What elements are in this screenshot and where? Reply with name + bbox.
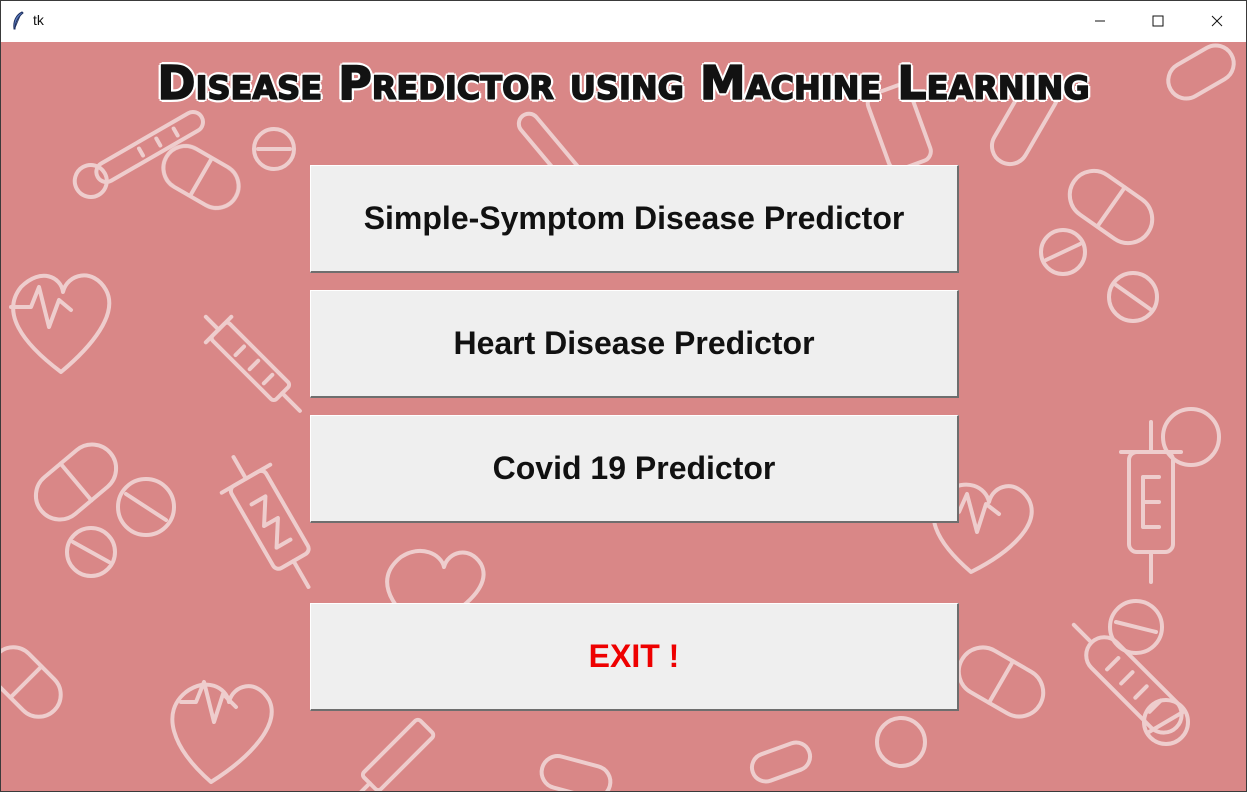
maximize-icon [1152, 15, 1164, 27]
maximize-button[interactable] [1129, 1, 1187, 41]
close-icon [1211, 15, 1223, 27]
minimize-button[interactable] [1071, 1, 1129, 41]
close-button[interactable] [1188, 1, 1246, 41]
heart-disease-predictor-button[interactable]: Heart Disease Predictor [310, 290, 959, 398]
main-canvas: Disease Predictor using Machine Learning… [1, 42, 1246, 791]
app-title: Disease Predictor using Machine Learning [157, 55, 1091, 111]
exit-button[interactable]: EXIT ! [310, 603, 959, 711]
feather-icon [13, 11, 24, 30]
simple-symptom-predictor-button[interactable]: Simple-Symptom Disease Predictor [310, 165, 959, 273]
covid-19-predictor-button[interactable]: Covid 19 Predictor [310, 415, 959, 523]
app-window: tk Disease Predictor using Machine Learn… [0, 0, 1247, 792]
title-bar[interactable]: tk [1, 1, 1246, 41]
minimize-icon [1095, 20, 1105, 22]
window-title: tk [33, 12, 44, 28]
